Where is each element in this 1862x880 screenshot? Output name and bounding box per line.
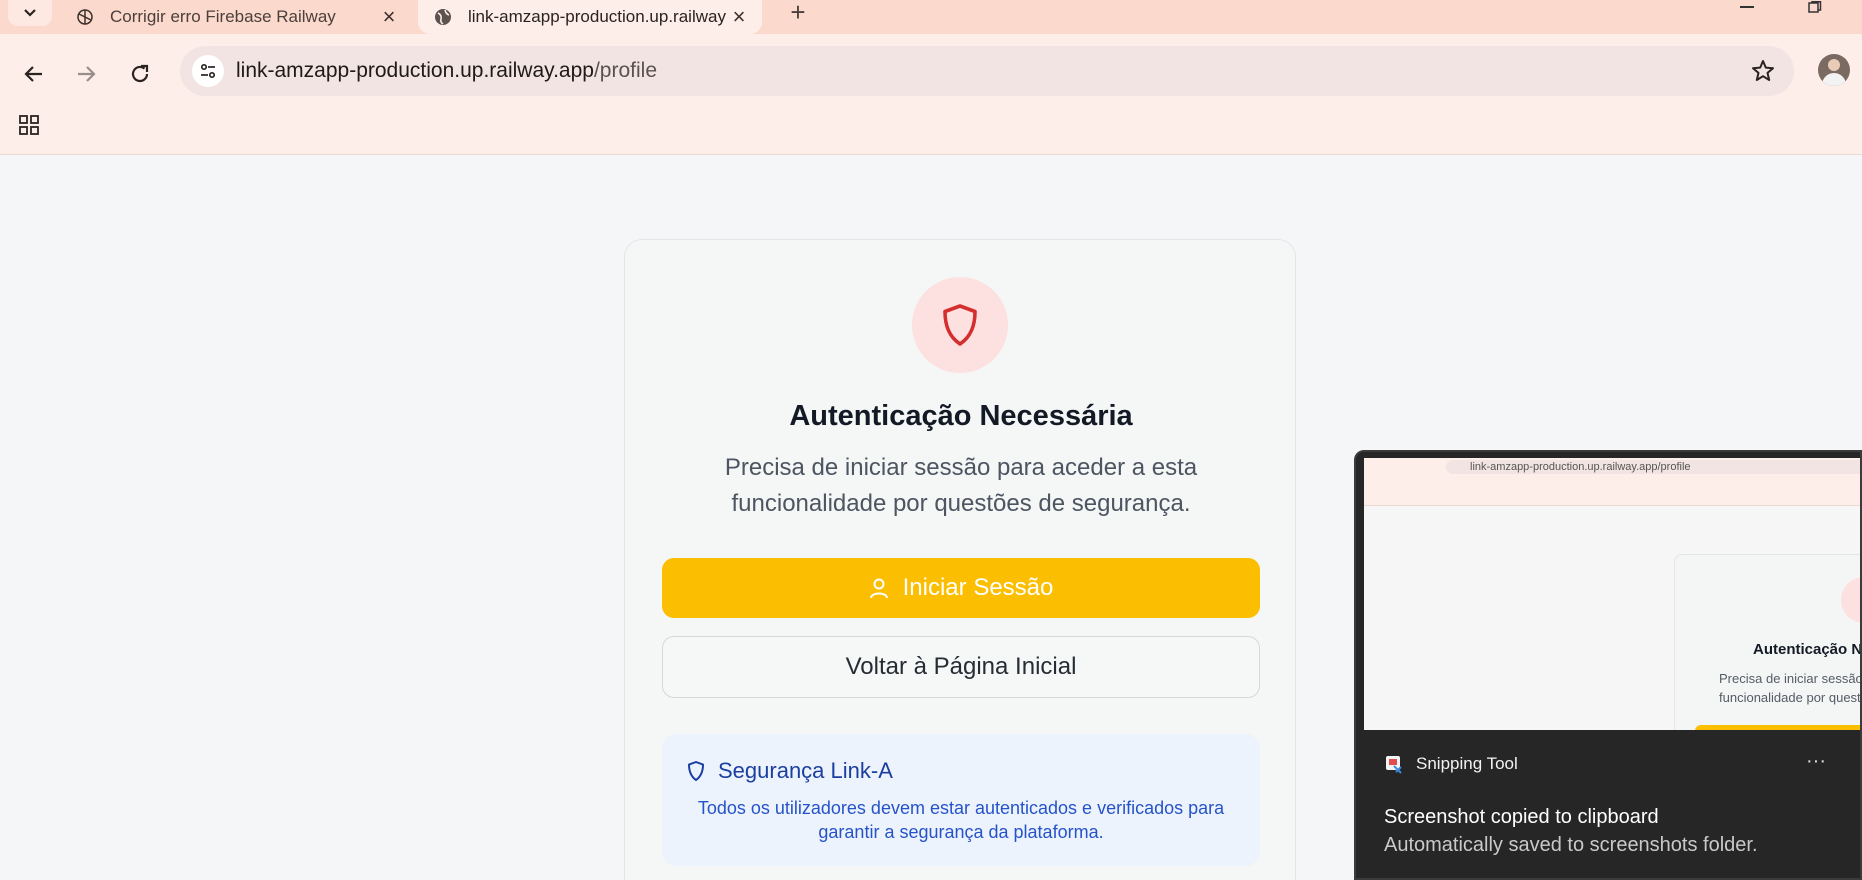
bookmarks-bar <box>0 140 1862 154</box>
toast-heading: Screenshot copied to clipboard <box>1384 806 1659 828</box>
reload-icon <box>131 64 149 83</box>
shield-icon <box>943 304 977 346</box>
chevron-down-icon <box>24 9 36 17</box>
url-text: link-amzapp-production.up.railway.app/pr… <box>236 59 657 83</box>
shield-icon <box>688 761 704 781</box>
url-path: /profile <box>593 59 657 82</box>
security-info-text: Todos os utilizadores devem estar autent… <box>697 798 1225 842</box>
preview-toolbar: link-amzapp-production.up.railway.app/pr… <box>1364 458 1860 480</box>
auth-required-card: Autenticação Necessária Precisa de inici… <box>624 239 1296 880</box>
tab-title: Corrigir erro Firebase Railway <box>110 7 336 26</box>
arrow-left-icon <box>24 66 42 82</box>
snipping-tool-notification[interactable]: link-amzapp-production.up.railway.app/pr… <box>1354 450 1862 880</box>
toast-app-header: Snipping Tool <box>1384 754 1518 774</box>
preview-bookmarks-bar <box>1364 480 1860 506</box>
preview-description: Precisa de iniciar sessão funcionalidade… <box>1719 669 1862 707</box>
tab-title: link-amzapp-production.up.railway.app/pr… <box>468 7 726 26</box>
preview-title: Autenticação N <box>1753 641 1862 658</box>
toolbar-divider <box>0 154 1862 155</box>
security-info-box: Segurança Link-A Todos os utilizadores d… <box>662 734 1260 866</box>
home-button[interactable]: Voltar à Página Inicial <box>662 636 1260 698</box>
globe-icon <box>432 6 454 28</box>
security-info-title-text: Segurança Link-A <box>718 758 893 783</box>
address-bar[interactable]: link-amzapp-production.up.railway.app/pr… <box>180 46 1794 96</box>
close-icon[interactable]: × <box>726 4 752 30</box>
apps-grid-icon[interactable] <box>18 114 40 136</box>
back-button[interactable] <box>16 56 52 92</box>
preview-card: Autenticação N Precisa de iniciar sessão… <box>1674 554 1862 730</box>
restore-icon[interactable] <box>1806 0 1826 14</box>
new-tab-button[interactable]: + <box>782 0 814 27</box>
site-settings-icon[interactable] <box>192 55 224 87</box>
toast-app-name: Snipping Tool <box>1416 754 1518 773</box>
forward-button[interactable] <box>68 56 104 92</box>
minimize-icon[interactable] <box>1734 0 1762 14</box>
snipping-tool-icon <box>1384 754 1404 774</box>
preview-desc-line: funcionalidade por quest <box>1719 690 1861 705</box>
user-icon <box>869 578 888 599</box>
reload-button[interactable] <box>122 56 158 92</box>
tab-strip: Corrigir erro Firebase Railway × link-am… <box>0 0 1862 34</box>
more-options-icon[interactable]: ··· <box>1800 750 1832 774</box>
preview-url: link-amzapp-production.up.railway.app/pr… <box>1446 460 1860 474</box>
shield-badge <box>912 277 1008 373</box>
browser-toolbar: link-amzapp-production.up.railway.app/pr… <box>0 34 1862 140</box>
toast-body: Automatically saved to screenshots folde… <box>1384 834 1758 856</box>
page-description: Precisa de iniciar sessão para aceder a … <box>724 454 1198 517</box>
security-info-title: Segurança Link-A <box>686 758 893 784</box>
page-title: Autenticação Necessária <box>789 400 1133 432</box>
login-button[interactable]: Iniciar Sessão <box>662 558 1260 618</box>
tab-link-amzapp[interactable]: link-amzapp-production.up.railway.app/pr… <box>418 0 762 34</box>
bookmark-star-icon[interactable] <box>1750 58 1776 84</box>
preview-desc-line: Precisa de iniciar sessão <box>1719 671 1862 686</box>
tab-corrigir-erro[interactable]: Corrigir erro Firebase Railway × <box>60 0 412 34</box>
login-button-label: Iniciar Sessão <box>902 574 1054 601</box>
openai-icon <box>74 6 96 28</box>
preview-login-button <box>1695 725 1860 730</box>
screenshot-preview[interactable]: link-amzapp-production.up.railway.app/pr… <box>1364 458 1862 730</box>
profile-avatar[interactable] <box>1818 54 1850 86</box>
preview-shield-badge <box>1841 577 1860 623</box>
home-button-label: Voltar à Página Inicial <box>845 653 1077 680</box>
url-host: link-amzapp-production.up.railway.app <box>236 59 594 82</box>
tab-search-button[interactable] <box>8 0 52 26</box>
close-icon[interactable]: × <box>376 4 402 30</box>
arrow-right-icon <box>78 66 96 82</box>
